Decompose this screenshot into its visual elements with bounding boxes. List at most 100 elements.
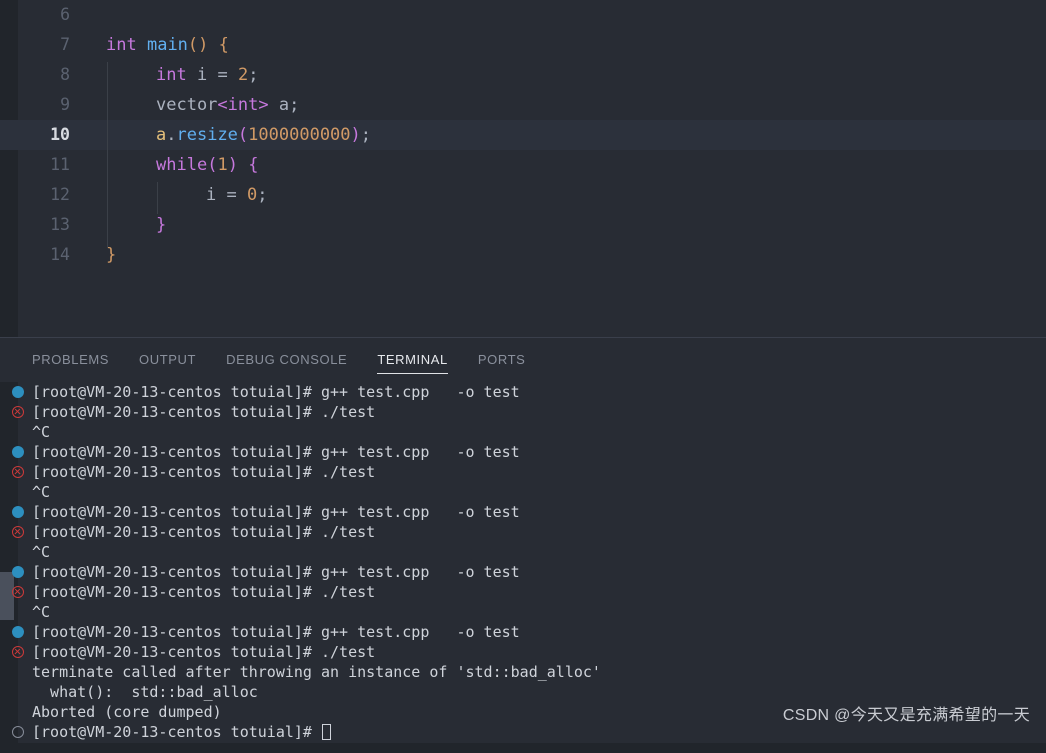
- panel-tab-bar: PROBLEMS OUTPUT DEBUG CONSOLE TERMINAL PORTS: [0, 338, 1046, 382]
- code-token: }: [156, 215, 167, 235]
- terminal-line: [root@VM-20-13-centos totuial]# ./test: [0, 582, 1046, 602]
- code-text: i = 0;: [206, 180, 267, 210]
- terminal-line: [root@VM-20-13-centos totuial]#: [0, 722, 1046, 742]
- code-token: ;: [257, 185, 268, 205]
- command-success-icon: [12, 566, 24, 578]
- terminal-view[interactable]: [root@VM-20-13-centos totuial]# g++ test…: [0, 382, 1046, 744]
- tab-debug-console[interactable]: DEBUG CONSOLE: [226, 338, 347, 382]
- terminal-text: terminate called after throwing an insta…: [32, 663, 601, 681]
- tab-ports[interactable]: PORTS: [478, 338, 526, 382]
- terminal-text: what(): std::bad_alloc: [32, 683, 258, 701]
- terminal-text: [root@VM-20-13-centos totuial]# ./test: [32, 523, 376, 541]
- terminal-text: [root@VM-20-13-centos totuial]# g++ test…: [32, 623, 520, 641]
- code-line[interactable]: 11 while(1) {: [0, 150, 1046, 180]
- code-token: (: [207, 155, 218, 175]
- line-number: 14: [50, 245, 70, 264]
- code-token: {: [248, 155, 259, 175]
- code-token: main: [146, 35, 188, 55]
- code-token: >: [258, 95, 269, 115]
- terminal-text: Aborted (core dumped): [32, 703, 222, 721]
- tab-output[interactable]: OUTPUT: [139, 338, 196, 382]
- bottom-panel: PROBLEMS OUTPUT DEBUG CONSOLE TERMINAL PORTS…: [0, 337, 1046, 744]
- terminal-text: [root@VM-20-13-centos totuial]# ./test: [32, 403, 376, 421]
- line-number: 8: [60, 65, 70, 84]
- code-token: ): [198, 35, 209, 55]
- tab-problems[interactable]: PROBLEMS: [32, 338, 109, 382]
- code-editor[interactable]: 6 7 int main() {8 int i = 2; 9 vector<int> a;…: [0, 0, 1046, 337]
- code-token: 1: [217, 155, 228, 175]
- terminal-line: terminate called after throwing an insta…: [0, 662, 1046, 682]
- indent-guide: [107, 62, 108, 248]
- code-token: =: [216, 185, 247, 205]
- terminal-text: ^C: [32, 483, 51, 501]
- terminal-text: ^C: [32, 423, 51, 441]
- code-line[interactable]: 13}: [0, 210, 1046, 240]
- command-success-icon: [12, 626, 24, 638]
- code-token: 1000000000: [248, 125, 351, 145]
- terminal-text: [root@VM-20-13-centos totuial]# g++ test…: [32, 503, 520, 521]
- code-text: while(1) {: [156, 150, 258, 180]
- terminal-line: ^C: [0, 542, 1046, 562]
- code-token: {: [218, 35, 229, 55]
- code-token: int: [106, 35, 137, 55]
- terminal-line: ^C: [0, 602, 1046, 622]
- terminal-text: [root@VM-20-13-centos totuial]# g++ test…: [32, 563, 520, 581]
- code-token: int: [227, 95, 259, 115]
- command-error-icon: [12, 466, 24, 478]
- terminal-line: [root@VM-20-13-centos totuial]# g++ test…: [0, 502, 1046, 522]
- command-success-icon: [12, 506, 24, 518]
- line-number: 13: [50, 215, 70, 234]
- code-line[interactable]: 14}: [0, 240, 1046, 270]
- terminal-line: [root@VM-20-13-centos totuial]# ./test: [0, 642, 1046, 662]
- code-token: (: [237, 125, 249, 145]
- code-line[interactable]: 7 int main() {: [0, 30, 1046, 60]
- line-number: 11: [50, 155, 70, 174]
- terminal-line: [root@VM-20-13-centos totuial]# g++ test…: [0, 382, 1046, 402]
- code-token: resize: [176, 125, 238, 145]
- command-error-icon: [12, 526, 24, 538]
- code-token: while: [156, 155, 208, 175]
- code-token: int: [156, 65, 187, 85]
- code-token: 0: [246, 185, 258, 205]
- terminal-text: [root@VM-20-13-centos totuial]# ./test: [32, 463, 376, 481]
- code-token: ): [227, 155, 238, 175]
- terminal-text: [root@VM-20-13-centos totuial]# ./test: [32, 583, 376, 601]
- code-line[interactable]: 10 a.resize(1000000000);: [0, 120, 1046, 150]
- terminal-text: [root@VM-20-13-centos totuial]# g++ test…: [32, 383, 520, 401]
- terminal-line: Aborted (core dumped): [0, 702, 1046, 722]
- code-token: a;: [268, 95, 300, 115]
- code-token: vector: [156, 95, 218, 115]
- vscode-window: 6 7 int main() {8 int i = 2; 9 vector<int> a;…: [0, 0, 1046, 753]
- terminal-line: [root@VM-20-13-centos totuial]# g++ test…: [0, 562, 1046, 582]
- indent-guide: [157, 182, 158, 214]
- line-number: 9: [60, 95, 70, 114]
- terminal-cursor: [321, 724, 331, 740]
- line-number: 7: [60, 35, 70, 54]
- terminal-text: [root@VM-20-13-centos totuial]# g++ test…: [32, 443, 520, 461]
- code-line[interactable]: 6: [0, 0, 1046, 30]
- code-token: i: [206, 185, 217, 205]
- code-token: (: [187, 35, 199, 55]
- code-token: i: [196, 65, 208, 85]
- code-text: int i = 2;: [156, 60, 258, 90]
- code-token: ;: [248, 65, 259, 85]
- tab-terminal[interactable]: TERMINAL: [377, 338, 448, 382]
- terminal-text: ^C: [32, 543, 51, 561]
- command-success-icon: [12, 386, 24, 398]
- code-line[interactable]: 9 vector<int> a;: [0, 90, 1046, 120]
- code-token: .: [166, 125, 177, 145]
- code-token: 2: [237, 65, 249, 85]
- code-token: ;: [360, 125, 372, 145]
- command-idle-icon: [12, 726, 24, 738]
- code-text: vector<int> a;: [156, 90, 299, 120]
- code-line[interactable]: 8 int i = 2;: [0, 60, 1046, 90]
- editor-line-list: 6 7 int main() {8 int i = 2; 9 vector<int> a;…: [0, 0, 1046, 270]
- command-error-icon: [12, 646, 24, 658]
- terminal-line: ^C: [0, 422, 1046, 442]
- line-number: 12: [50, 185, 70, 204]
- terminal-text: [root@VM-20-13-centos totuial]# ./test: [32, 643, 376, 661]
